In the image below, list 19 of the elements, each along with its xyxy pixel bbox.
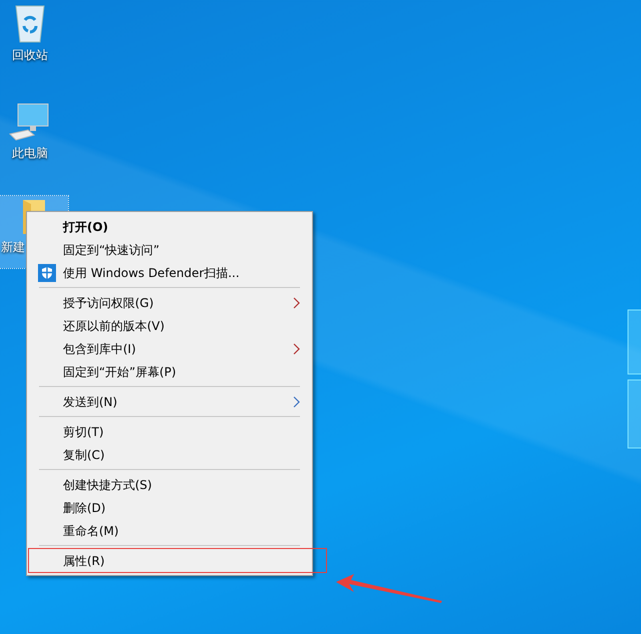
desktop-icon-tile[interactable]: 回收站 [0,2,60,64]
menu-item[interactable]: 使用 Windows Defender扫描... [29,261,310,284]
menu-item[interactable]: 删除(D) [29,496,310,519]
desktop-icon-label: 新建 [1,239,25,256]
menu-item[interactable]: 固定到“快速访问” [29,238,310,261]
menu-item[interactable]: 复制(C) [29,443,310,466]
menu-item[interactable]: 固定到“开始”屏幕(P) [29,360,310,383]
menu-item[interactable]: 打开(O) [29,215,310,238]
menu-item[interactable]: 属性(R) [29,549,326,572]
menu-item[interactable]: 授予访问权限(G) [29,291,310,314]
menu-item[interactable]: 发送到(N) [29,390,310,413]
desktop-icon-label: 此电脑 [12,145,48,162]
menu-item[interactable]: 包含到库中(I) [29,337,310,360]
desktop-icon-label: 回收站 [12,47,48,64]
menu-item[interactable]: 重命名(M) [29,519,310,542]
shield-icon [38,264,56,282]
menu-item[interactable]: 还原以前的版本(V) [29,314,310,337]
menu-item[interactable]: 剪切(T) [29,420,310,443]
menu-item[interactable]: 创建快捷方式(S) [29,473,310,496]
